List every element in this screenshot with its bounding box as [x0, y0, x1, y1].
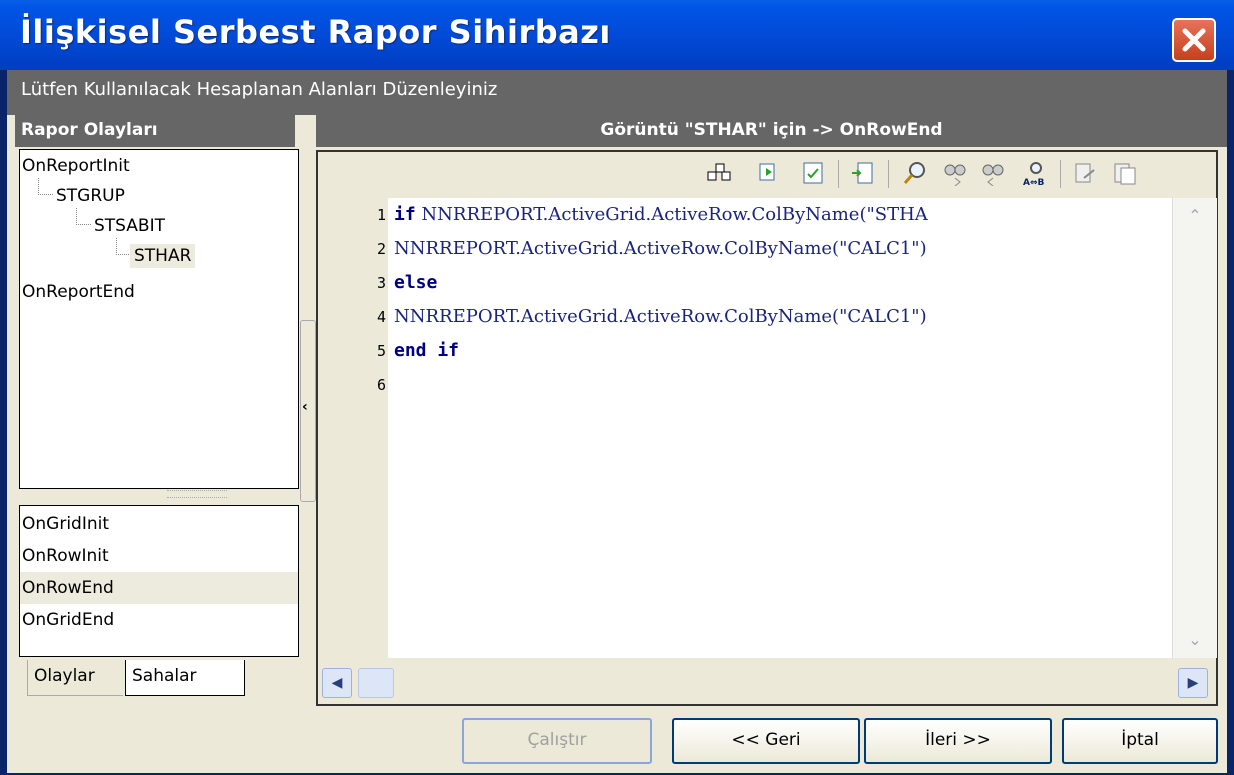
code-text: else — [394, 266, 437, 300]
search-icon[interactable] — [902, 160, 928, 186]
chevron-left-icon[interactable]: ◀ — [322, 668, 352, 698]
close-button[interactable] — [1172, 18, 1216, 62]
line-number: 1 — [376, 206, 386, 224]
checklist-icon[interactable] — [800, 160, 826, 186]
horizontal-scrollbar[interactable]: ◀ ▶ — [318, 662, 1216, 702]
code-content: NNRREPORT.ActiveGrid.ActiveRow.ColByName… — [394, 238, 927, 259]
events-list: OnGridInit OnRowInit OnRowEnd OnGridEnd — [19, 505, 299, 657]
tab-sahalar[interactable]: Sahalar — [125, 660, 245, 696]
code-text: if NNRREPORT.ActiveGrid.ActiveRow.ColByN… — [394, 198, 928, 232]
line-number: 2 — [376, 240, 386, 258]
code-keyword: else — [394, 272, 438, 293]
line-number: 4 — [376, 308, 386, 326]
vertical-scrollbar[interactable]: ⌃ ⌄ — [1172, 198, 1217, 658]
subtitle-band: Lütfen Kullanılacak Hesaplanan Alanları … — [7, 70, 1227, 115]
events-tree: OnReportInit STGRUP STSABIT STHAR OnRepo… — [19, 149, 299, 489]
dialog-window: İlişkisel Serbest Rapor Sihirbazı Lütfen… — [0, 0, 1234, 775]
vertical-splitter[interactable]: ‹ — [300, 320, 316, 502]
code-editor: A⇔B 1 if NNRREPORT.ActiveGrid.ActiveRow.… — [316, 150, 1218, 706]
paste-icon[interactable] — [1112, 160, 1138, 186]
tree-item-onreportinit[interactable]: OnReportInit — [22, 156, 130, 176]
code-content: NNRREPORT.ActiveGrid.ActiveRow.ColByName… — [415, 204, 928, 225]
toolbar-separator — [1060, 160, 1061, 188]
editor-title: Görüntü "STHAR" için -> OnRowEnd — [600, 120, 943, 140]
tree-item-stsabit[interactable]: STSABIT — [94, 216, 165, 236]
tree-item-stgrup[interactable]: STGRUP — [56, 186, 125, 206]
code-keyword: end if — [394, 340, 460, 361]
tab-olaylar[interactable]: Olaylar — [27, 660, 123, 696]
button-bar: Çalıştır << Geri İleri >> İptal — [7, 710, 1227, 773]
list-item[interactable]: OnGridInit — [20, 508, 298, 540]
code-keyword: if — [394, 204, 416, 225]
list-item[interactable]: OnRowInit — [20, 540, 298, 572]
chevron-right-icon[interactable]: ▶ — [1178, 668, 1208, 698]
back-button[interactable]: << Geri — [672, 718, 860, 764]
code-text: NNRREPORT.ActiveGrid.ActiveRow.ColByName… — [394, 300, 927, 334]
left-tabs: Olaylar Sahalar — [19, 660, 299, 700]
tree-connector — [76, 208, 91, 225]
list-item[interactable]: OnRowEnd — [20, 572, 298, 604]
find-next-icon[interactable] — [942, 160, 968, 187]
code-text-area[interactable]: 1 if NNRREPORT.ActiveGrid.ActiveRow.ColB… — [318, 198, 1217, 658]
toolbar-separator — [888, 160, 889, 188]
window-title: İlişkisel Serbest Rapor Sihirbazı — [20, 13, 611, 51]
tree-connector — [116, 238, 131, 255]
code-content: NNRREPORT.ActiveGrid.ActiveRow.ColByName… — [394, 306, 927, 327]
editor-toolbar: A⇔B — [318, 152, 1216, 194]
dialog-body: Lütfen Kullanılacak Hesaplanan Alanları … — [7, 70, 1227, 773]
line-number: 3 — [376, 274, 386, 292]
chevron-left-icon[interactable]: ‹ — [302, 399, 308, 415]
cancel-button[interactable]: İptal — [1062, 718, 1218, 764]
copy-icon[interactable] — [1072, 160, 1098, 186]
tree-connector — [38, 178, 53, 195]
left-panel-title: Rapor Olayları — [21, 120, 158, 140]
replace-icon[interactable]: A⇔B — [1022, 160, 1048, 188]
find-prev-icon[interactable] — [980, 160, 1006, 187]
chevron-down-icon[interactable]: ⌄ — [1181, 626, 1209, 654]
code-text: NNRREPORT.ActiveGrid.ActiveRow.ColByName… — [394, 232, 927, 266]
line-number: 5 — [376, 342, 386, 360]
horizontal-splitter[interactable] — [167, 490, 227, 498]
editor-header: Görüntü "STHAR" için -> OnRowEnd — [316, 115, 1227, 147]
grid-icon[interactable] — [706, 160, 732, 186]
tree-item-sthar[interactable]: STHAR — [130, 244, 196, 268]
refresh-icon[interactable] — [756, 160, 782, 186]
tree-item-onreportend[interactable]: OnReportEnd — [22, 282, 135, 302]
svg-text:A⇔B: A⇔B — [1023, 178, 1045, 186]
toolbar-separator — [838, 160, 839, 188]
import-icon[interactable] — [850, 160, 876, 186]
title-bar: İlişkisel Serbest Rapor Sihirbazı — [0, 0, 1234, 70]
scroll-thumb[interactable] — [358, 668, 394, 698]
line-number: 6 — [376, 376, 386, 394]
chevron-up-icon[interactable]: ⌃ — [1181, 202, 1209, 230]
run-button[interactable]: Çalıştır — [462, 718, 652, 764]
code-text: end if — [394, 334, 459, 368]
list-item[interactable]: OnGridEnd — [20, 604, 298, 636]
subtitle: Lütfen Kullanılacak Hesaplanan Alanları … — [21, 79, 498, 100]
left-panel-header: Rapor Olayları — [15, 115, 295, 147]
next-button[interactable]: İleri >> — [864, 718, 1052, 764]
